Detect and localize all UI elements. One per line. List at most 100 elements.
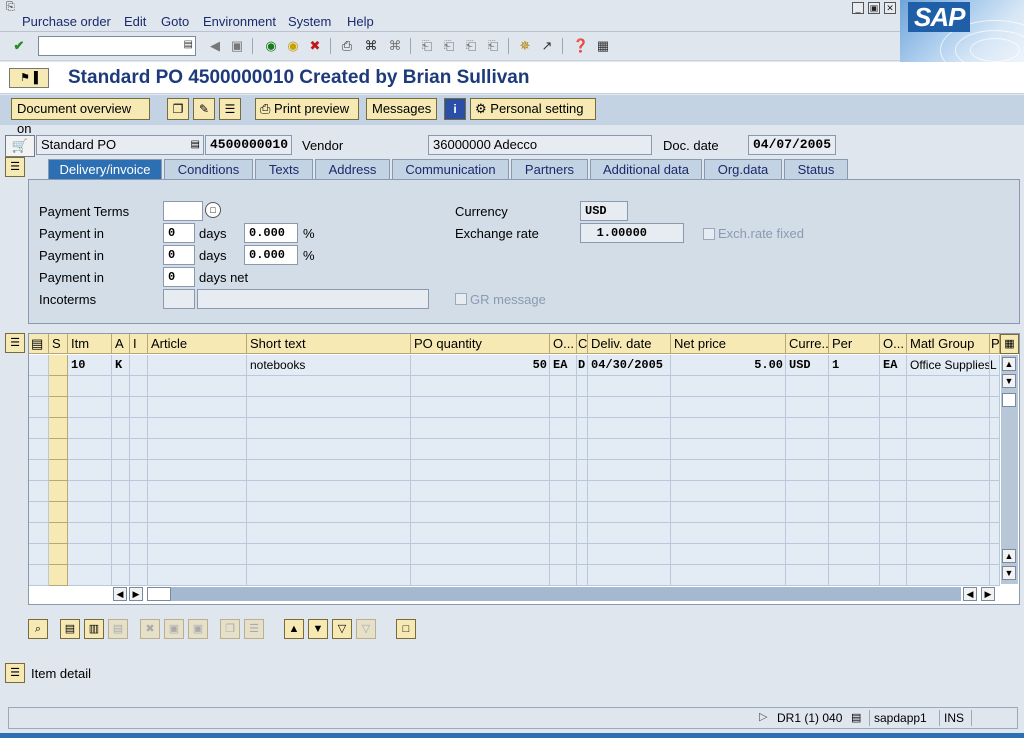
- empty-cell[interactable]: [148, 565, 247, 586]
- document-type-select[interactable]: Standard PO ▤: [36, 135, 204, 155]
- empty-cell[interactable]: [411, 439, 550, 460]
- horizontal-scrollbar[interactable]: [147, 587, 961, 601]
- exch-rate-fixed-checkbox[interactable]: [703, 228, 715, 240]
- empty-cell[interactable]: [990, 397, 1000, 418]
- last-page-icon[interactable]: ⎗: [484, 37, 502, 55]
- cell-per[interactable]: 1: [829, 355, 880, 376]
- personal-setting-button[interactable]: ⚙ Personal setting: [470, 98, 596, 120]
- exchange-rate-field[interactable]: 1.00000: [580, 223, 684, 243]
- currency-field[interactable]: USD: [580, 201, 628, 221]
- scroll-down-icon[interactable]: ▼: [1002, 566, 1016, 580]
- empty-cell[interactable]: [247, 439, 411, 460]
- empty-cell[interactable]: [829, 460, 880, 481]
- cell-account-assignment[interactable]: K: [112, 355, 130, 376]
- column-header-order-price-unit[interactable]: O...: [880, 334, 907, 354]
- menu-system[interactable]: System: [288, 14, 331, 29]
- column-header-net-price[interactable]: Net price: [671, 334, 786, 354]
- empty-cell[interactable]: [880, 460, 907, 481]
- empty-cell[interactable]: [786, 397, 829, 418]
- empty-cell[interactable]: [907, 523, 990, 544]
- column-header-currency[interactable]: Curre...: [786, 334, 829, 354]
- empty-cell[interactable]: [29, 502, 49, 523]
- copy-icon[interactable]: ❐: [220, 619, 240, 639]
- empty-cell[interactable]: [68, 544, 112, 565]
- find-next-icon[interactable]: ⌘: [386, 37, 404, 55]
- row-selector[interactable]: [49, 355, 68, 376]
- empty-cell[interactable]: [907, 376, 990, 397]
- column-header-c[interactable]: C: [577, 334, 588, 354]
- empty-cell[interactable]: [148, 439, 247, 460]
- cell-order-price-unit[interactable]: EA: [880, 355, 907, 376]
- empty-cell[interactable]: [68, 523, 112, 544]
- empty-cell[interactable]: [550, 502, 577, 523]
- cell-c[interactable]: D: [577, 355, 588, 376]
- empty-cell[interactable]: [786, 418, 829, 439]
- empty-cell[interactable]: [130, 523, 148, 544]
- empty-cell[interactable]: [112, 481, 130, 502]
- row-selector[interactable]: [49, 502, 68, 523]
- empty-cell[interactable]: [112, 502, 130, 523]
- select-block-icon[interactable]: ▤: [108, 619, 128, 639]
- empty-cell[interactable]: [550, 481, 577, 502]
- empty-cell[interactable]: [550, 523, 577, 544]
- empty-table-row[interactable]: [29, 544, 1000, 565]
- empty-cell[interactable]: [671, 418, 786, 439]
- payment-terms-field[interactable]: [163, 201, 203, 221]
- column-header-short-text[interactable]: Short text: [247, 334, 411, 354]
- empty-cell[interactable]: [990, 565, 1000, 586]
- unlock-icon[interactable]: ▣: [188, 619, 208, 639]
- empty-cell[interactable]: [829, 376, 880, 397]
- empty-cell[interactable]: [148, 418, 247, 439]
- empty-cell[interactable]: [786, 376, 829, 397]
- column-header-po-quantity[interactable]: PO quantity: [411, 334, 550, 354]
- horizontal-scroll-thumb[interactable]: [147, 587, 171, 601]
- layout-icon[interactable]: ▦: [594, 37, 612, 55]
- empty-cell[interactable]: [907, 481, 990, 502]
- empty-cell[interactable]: [247, 565, 411, 586]
- empty-cell[interactable]: [786, 481, 829, 502]
- empty-cell[interactable]: [671, 460, 786, 481]
- menu-goto[interactable]: Goto: [161, 14, 189, 29]
- window-menu-icon[interactable]: ⎘: [6, 2, 20, 13]
- empty-cell[interactable]: [671, 439, 786, 460]
- create-document-icon[interactable]: ❐: [167, 98, 189, 120]
- empty-cell[interactable]: [671, 481, 786, 502]
- empty-cell[interactable]: [907, 502, 990, 523]
- row-selector[interactable]: [49, 418, 68, 439]
- payment-terms-help-icon[interactable]: □: [205, 202, 221, 218]
- select-all-rows-icon[interactable]: ▤: [60, 619, 80, 639]
- empty-cell[interactable]: [990, 523, 1000, 544]
- empty-cell[interactable]: [671, 397, 786, 418]
- empty-cell[interactable]: [247, 397, 411, 418]
- empty-cell[interactable]: [990, 460, 1000, 481]
- table-settings-icon[interactable]: ▦: [1000, 334, 1019, 354]
- empty-cell[interactable]: [550, 397, 577, 418]
- empty-cell[interactable]: [550, 544, 577, 565]
- incoterms-field-1[interactable]: [163, 289, 195, 309]
- empty-cell[interactable]: [68, 439, 112, 460]
- empty-cell[interactable]: [588, 460, 671, 481]
- empty-cell[interactable]: [29, 460, 49, 481]
- details-icon[interactable]: ⌕: [28, 619, 48, 639]
- empty-cell[interactable]: [880, 523, 907, 544]
- empty-cell[interactable]: [247, 418, 411, 439]
- empty-cell[interactable]: [990, 418, 1000, 439]
- empty-cell[interactable]: [411, 544, 550, 565]
- scroll-up-page-icon[interactable]: ▲: [1002, 549, 1016, 563]
- empty-cell[interactable]: [829, 481, 880, 502]
- help-icon[interactable]: ❓: [572, 37, 590, 55]
- empty-table-row[interactable]: [29, 502, 1000, 523]
- empty-cell[interactable]: [411, 376, 550, 397]
- empty-table-row[interactable]: [29, 481, 1000, 502]
- filter-icon[interactable]: ▽: [332, 619, 352, 639]
- find-icon[interactable]: ⌘: [362, 37, 380, 55]
- empty-cell[interactable]: [907, 544, 990, 565]
- empty-cell[interactable]: [577, 397, 588, 418]
- tab-conditions[interactable]: Conditions: [164, 159, 253, 179]
- empty-table-row[interactable]: [29, 523, 1000, 544]
- insert-icon[interactable]: ☰: [244, 619, 264, 639]
- cell-p[interactable]: L: [990, 355, 1000, 376]
- empty-cell[interactable]: [68, 418, 112, 439]
- empty-cell[interactable]: [671, 544, 786, 565]
- status-mode[interactable]: INS: [939, 710, 968, 726]
